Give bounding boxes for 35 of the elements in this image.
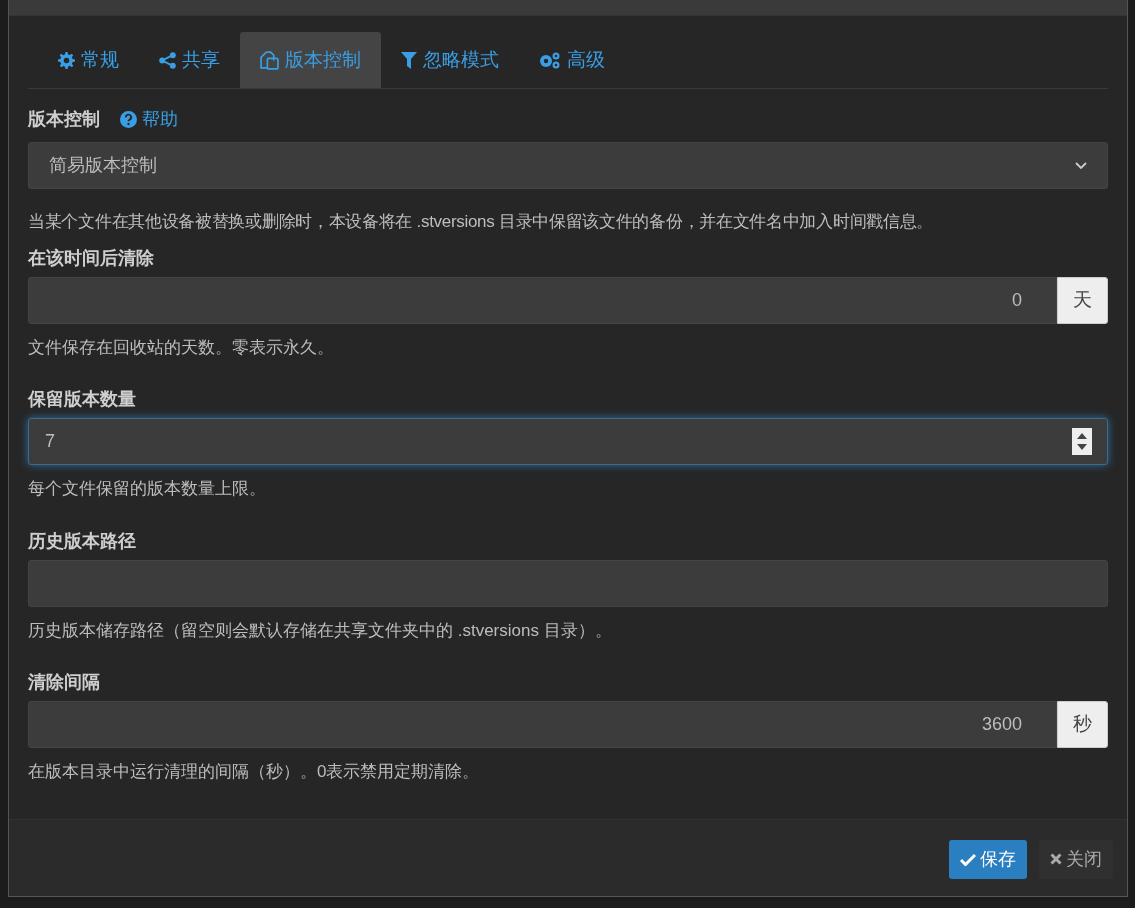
number-field[interactable]: 0	[28, 276, 1057, 324]
share-icon	[159, 51, 176, 69]
copy-icon	[260, 50, 279, 70]
help-text: 文件保存在回收站的天数。零表示永久。	[28, 336, 335, 359]
chevron-down-icon	[1075, 161, 1087, 170]
unit-label: 秒	[1057, 701, 1108, 748]
number-field[interactable]: 3600	[28, 701, 1057, 748]
check-icon	[960, 852, 976, 866]
help-link[interactable]: 帮助	[120, 105, 178, 133]
path-field[interactable]	[28, 559, 1108, 607]
tab[interactable]: 版本控制	[240, 32, 381, 88]
gears-icon	[539, 51, 561, 69]
tab[interactable]: 高级	[519, 32, 625, 88]
versioning-select[interactable]: 简易版本控制	[28, 142, 1108, 189]
unit-label: 天	[1057, 276, 1108, 324]
field-label: 历史版本路径	[28, 529, 137, 553]
help-text: 每个文件保留的版本数量上限。	[28, 478, 267, 500]
field-label: 在该时间后清除	[28, 246, 155, 270]
spinner-icon[interactable]	[1072, 428, 1092, 455]
save-button[interactable]: 保存	[949, 839, 1027, 879]
filter-icon	[401, 51, 417, 69]
gear-icon	[58, 51, 75, 69]
tab[interactable]: 常规	[38, 32, 139, 88]
tab[interactable]: 忽略模式	[381, 32, 519, 88]
tab[interactable]: 共享	[139, 32, 240, 88]
help-icon	[120, 110, 137, 128]
field-label: 保留版本数量	[28, 388, 137, 411]
help-text: 在版本目录中运行清理的间隔（秒）。0表示禁用定期清除。	[28, 761, 481, 783]
help-text: 历史版本储存路径（留空则会默认存储在共享文件夹中的 .stversions 目录）。	[28, 619, 613, 642]
close-button[interactable]: 关闭	[1039, 839, 1113, 879]
field-label: 清除间隔	[28, 671, 101, 694]
help-text: 当某个文件在其他设备被替换或删除时，本设备将在 .stversions 目录中保留该文件的备份，并在文件名中加入时间戳信息。	[28, 211, 935, 233]
number-field[interactable]: 7	[28, 418, 1108, 465]
field-label: 版本控制	[28, 107, 100, 131]
close-icon	[1050, 853, 1062, 865]
